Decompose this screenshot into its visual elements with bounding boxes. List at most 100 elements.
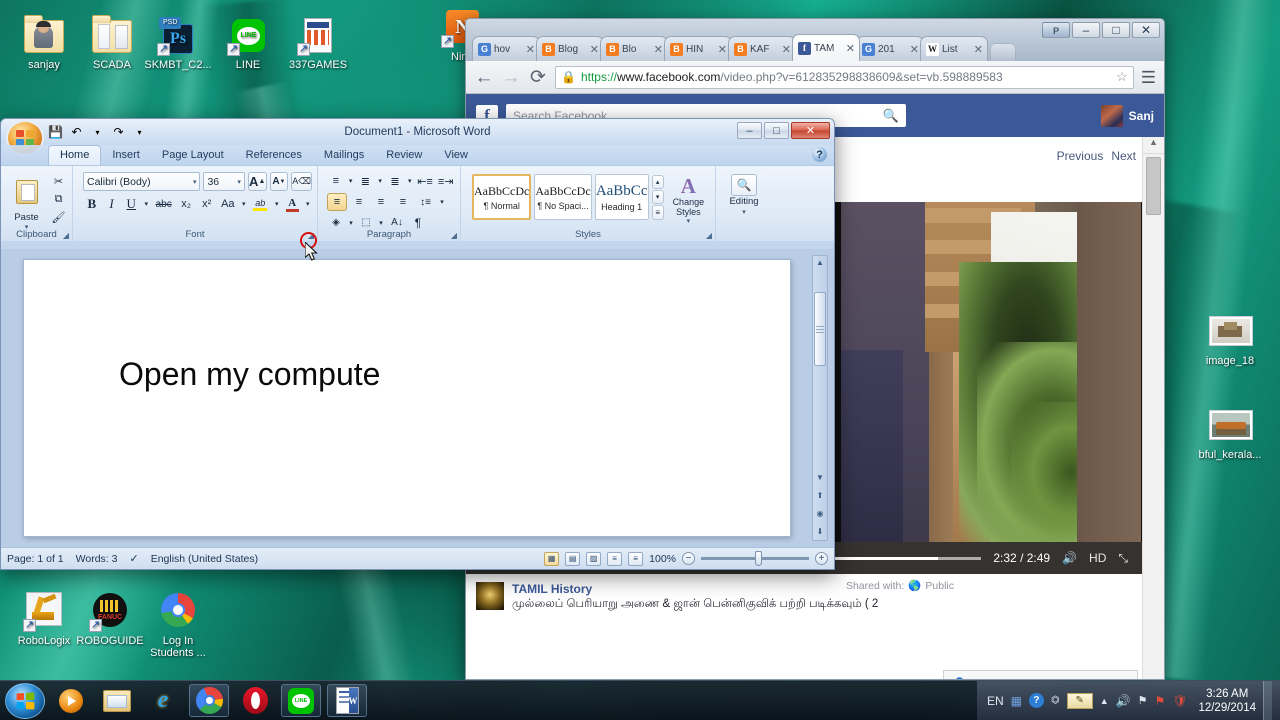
chevron-down-icon[interactable]: ▾: [193, 178, 197, 186]
bullets-dropdown-icon[interactable]: ▾: [347, 172, 355, 190]
browser-tab[interactable]: B Blog ✕: [536, 36, 604, 61]
system-tray[interactable]: EN ▦ ? ⏣ ✎ ▲ 🔊 ⚑ ⚑ 🛡 3:26 AM 12/29/2014: [976, 680, 1280, 720]
vertical-scrollbar[interactable]: ▲ ▼: [1142, 137, 1164, 679]
select-browse-object-icon[interactable]: ◉: [813, 509, 827, 518]
tab-close-icon[interactable]: ✕: [782, 43, 791, 56]
help-icon[interactable]: ?: [1028, 693, 1044, 708]
tab-close-icon[interactable]: ✕: [526, 43, 535, 56]
microsoft-word-window[interactable]: 💾 ↶ ▾ ↷ ▾ Document1 - Microsoft Word – □…: [0, 118, 835, 570]
browser-tab[interactable]: G hov ✕: [472, 36, 540, 61]
find-icon[interactable]: 🔍: [731, 174, 757, 196]
address-bar[interactable]: 🔒 https://www.facebook.com/video.php?v=6…: [555, 65, 1134, 89]
view-outline-icon[interactable]: ≡: [607, 551, 623, 566]
browser-tab[interactable]: B KAF ✕: [728, 36, 796, 61]
maximize-button[interactable]: □: [764, 122, 789, 139]
undo-dropdown-icon[interactable]: ▾: [90, 125, 105, 140]
format-painter-icon[interactable]: 🖌: [50, 210, 67, 225]
taskbar-google-chrome[interactable]: [189, 684, 229, 717]
change-styles-dropdown-icon[interactable]: ▾: [667, 217, 710, 225]
taskbar-microsoft-word[interactable]: W: [327, 684, 367, 717]
chrome-tab-strip[interactable]: G hov ✕ B Blog ✕ B Blo ✕ B HIN ✕ B KAF ✕…: [466, 19, 1164, 61]
desktop-icon-skmbt[interactable]: Ps PSD ↗ SKMBT_C2...: [140, 16, 216, 71]
desktop-icon-robologix[interactable]: ↗ RoboLogix: [6, 592, 82, 647]
fullscreen-icon[interactable]: ⤡: [1118, 551, 1128, 566]
new-tab-button[interactable]: [990, 43, 1016, 61]
word-tray-icon[interactable]: ▦: [1011, 694, 1022, 708]
photo-nav[interactable]: Previous Next: [1057, 149, 1136, 163]
view-web-layout-icon[interactable]: ▨: [586, 551, 602, 566]
line-spacing-button[interactable]: ↕≡: [415, 193, 436, 211]
browser-tab-active[interactable]: f TAM ✕: [792, 34, 860, 61]
proofing-icon[interactable]: ✓: [129, 552, 138, 565]
numbering-dropdown-icon[interactable]: ▾: [376, 172, 384, 190]
reload-icon[interactable]: ⟳: [528, 68, 548, 87]
tab-close-icon[interactable]: ✕: [718, 43, 727, 56]
browser-tab[interactable]: G 201 ✕: [856, 36, 924, 61]
taskbar-windows-explorer[interactable]: [97, 684, 137, 717]
numbering-button[interactable]: ≣: [357, 172, 375, 190]
tab-view[interactable]: View: [433, 146, 479, 165]
clear-formatting-icon[interactable]: A⌫: [291, 172, 312, 191]
customize-qat-icon[interactable]: ▾: [132, 125, 147, 140]
tab-close-icon[interactable]: ✕: [590, 43, 599, 56]
language-indicator[interactable]: EN: [987, 694, 1004, 708]
font-color-dropdown-icon[interactable]: ▾: [304, 195, 312, 213]
zoom-slider[interactable]: [701, 551, 809, 566]
volume-icon[interactable]: 🔊: [1062, 551, 1077, 565]
volume-icon[interactable]: 🔊: [1116, 694, 1131, 708]
chrome-menu-icon[interactable]: ☰: [1141, 69, 1156, 86]
tab-home[interactable]: Home: [48, 145, 102, 165]
taskbar-internet-explorer[interactable]: e: [143, 684, 183, 717]
superscript-button[interactable]: x²: [197, 195, 216, 213]
underline-button[interactable]: U: [122, 195, 140, 213]
zoom-level[interactable]: 100%: [649, 553, 676, 565]
next-link[interactable]: Next: [1111, 149, 1136, 163]
tab-references[interactable]: References: [235, 146, 313, 165]
word-count[interactable]: Words: 3: [76, 553, 118, 565]
desktop-icon-sanjay[interactable]: sanjay: [6, 15, 82, 71]
vscroll-thumb[interactable]: [1146, 157, 1161, 215]
word-window-controls[interactable]: – □ ✕: [737, 122, 830, 139]
tab-page-layout[interactable]: Page Layout: [151, 146, 235, 165]
network-icon[interactable]: ⚑: [1138, 694, 1148, 707]
undo-icon[interactable]: ↶: [69, 125, 84, 140]
align-left-button[interactable]: ≡: [327, 193, 347, 211]
windows-taskbar[interactable]: e LINE W EN ▦ ? ⏣ ✎ ▲ 🔊 ⚑ ⚑ 🛡 3:26 AM 12…: [0, 680, 1280, 720]
previous-link[interactable]: Previous: [1057, 149, 1104, 163]
cut-icon[interactable]: ✂: [50, 174, 67, 189]
document-area[interactable]: Open my compute ▲ ▼ ⬆ ◉ ⬇: [1, 249, 834, 547]
styles-dialog-launcher[interactable]: ◢: [706, 231, 712, 240]
change-case-dropdown-icon[interactable]: ▾: [240, 195, 248, 213]
font-size-combo[interactable]: 36 ▾: [203, 172, 245, 191]
tab-mailings[interactable]: Mailings: [313, 146, 375, 165]
taskbar-windows-media-player[interactable]: [51, 684, 91, 717]
bullets-button[interactable]: ≡: [327, 172, 345, 190]
paste-button[interactable]: [6, 171, 47, 213]
font-family-combo[interactable]: Calibri (Body) ▾: [83, 172, 201, 191]
minimize-button[interactable]: –: [737, 122, 762, 139]
chrome-toolbar[interactable]: ← → ⟳ 🔒 https://www.facebook.com/video.p…: [466, 61, 1164, 94]
taskbar-opera[interactable]: [235, 684, 275, 717]
user-avatar-icon[interactable]: ᴩ: [1042, 22, 1070, 38]
back-icon[interactable]: ←: [474, 68, 494, 87]
help-icon[interactable]: ?: [812, 147, 827, 162]
redo-icon[interactable]: ↷: [111, 125, 126, 140]
ribbon[interactable]: Paste ▾ ✂ ⧉ 🖌 Clipboard ◢ Calibri (Body)…: [1, 165, 834, 241]
desktop-icon-roboguide[interactable]: FANUC ↗ ROBOGUIDE: [72, 592, 148, 647]
chevron-up-icon[interactable]: ▲: [1100, 696, 1109, 706]
document-vertical-scrollbar[interactable]: ▲ ▼ ⬆ ◉ ⬇: [812, 255, 828, 541]
bold-button[interactable]: B: [83, 195, 101, 213]
chrome-tabs[interactable]: G hov ✕ B Blog ✕ B Blo ✕ B HIN ✕ B KAF ✕…: [472, 34, 1016, 61]
maximize-button[interactable]: □: [1102, 22, 1130, 38]
zoom-out-button[interactable]: −: [682, 552, 695, 565]
style-item-no-spacing[interactable]: AaBbCcDc ¶ No Spaci...: [534, 174, 592, 220]
view-draft-icon[interactable]: ≡: [628, 551, 644, 566]
ribbon-tab-bar[interactable]: Home Insert Page Layout References Maili…: [1, 145, 834, 165]
style-item-heading1[interactable]: AaBbCс Heading 1: [594, 174, 649, 220]
tab-close-icon[interactable]: ✕: [974, 43, 983, 56]
facebook-user-menu[interactable]: Sanj: [1100, 104, 1154, 127]
taskbar-line[interactable]: LINE: [281, 684, 321, 717]
editing-button[interactable]: 🔍 Editing ▾: [721, 169, 767, 216]
styles-scroll-up-icon[interactable]: ▴: [651, 175, 664, 189]
word-status-bar[interactable]: Page: 1 of 1 Words: 3 ✓ English (United …: [1, 547, 834, 569]
